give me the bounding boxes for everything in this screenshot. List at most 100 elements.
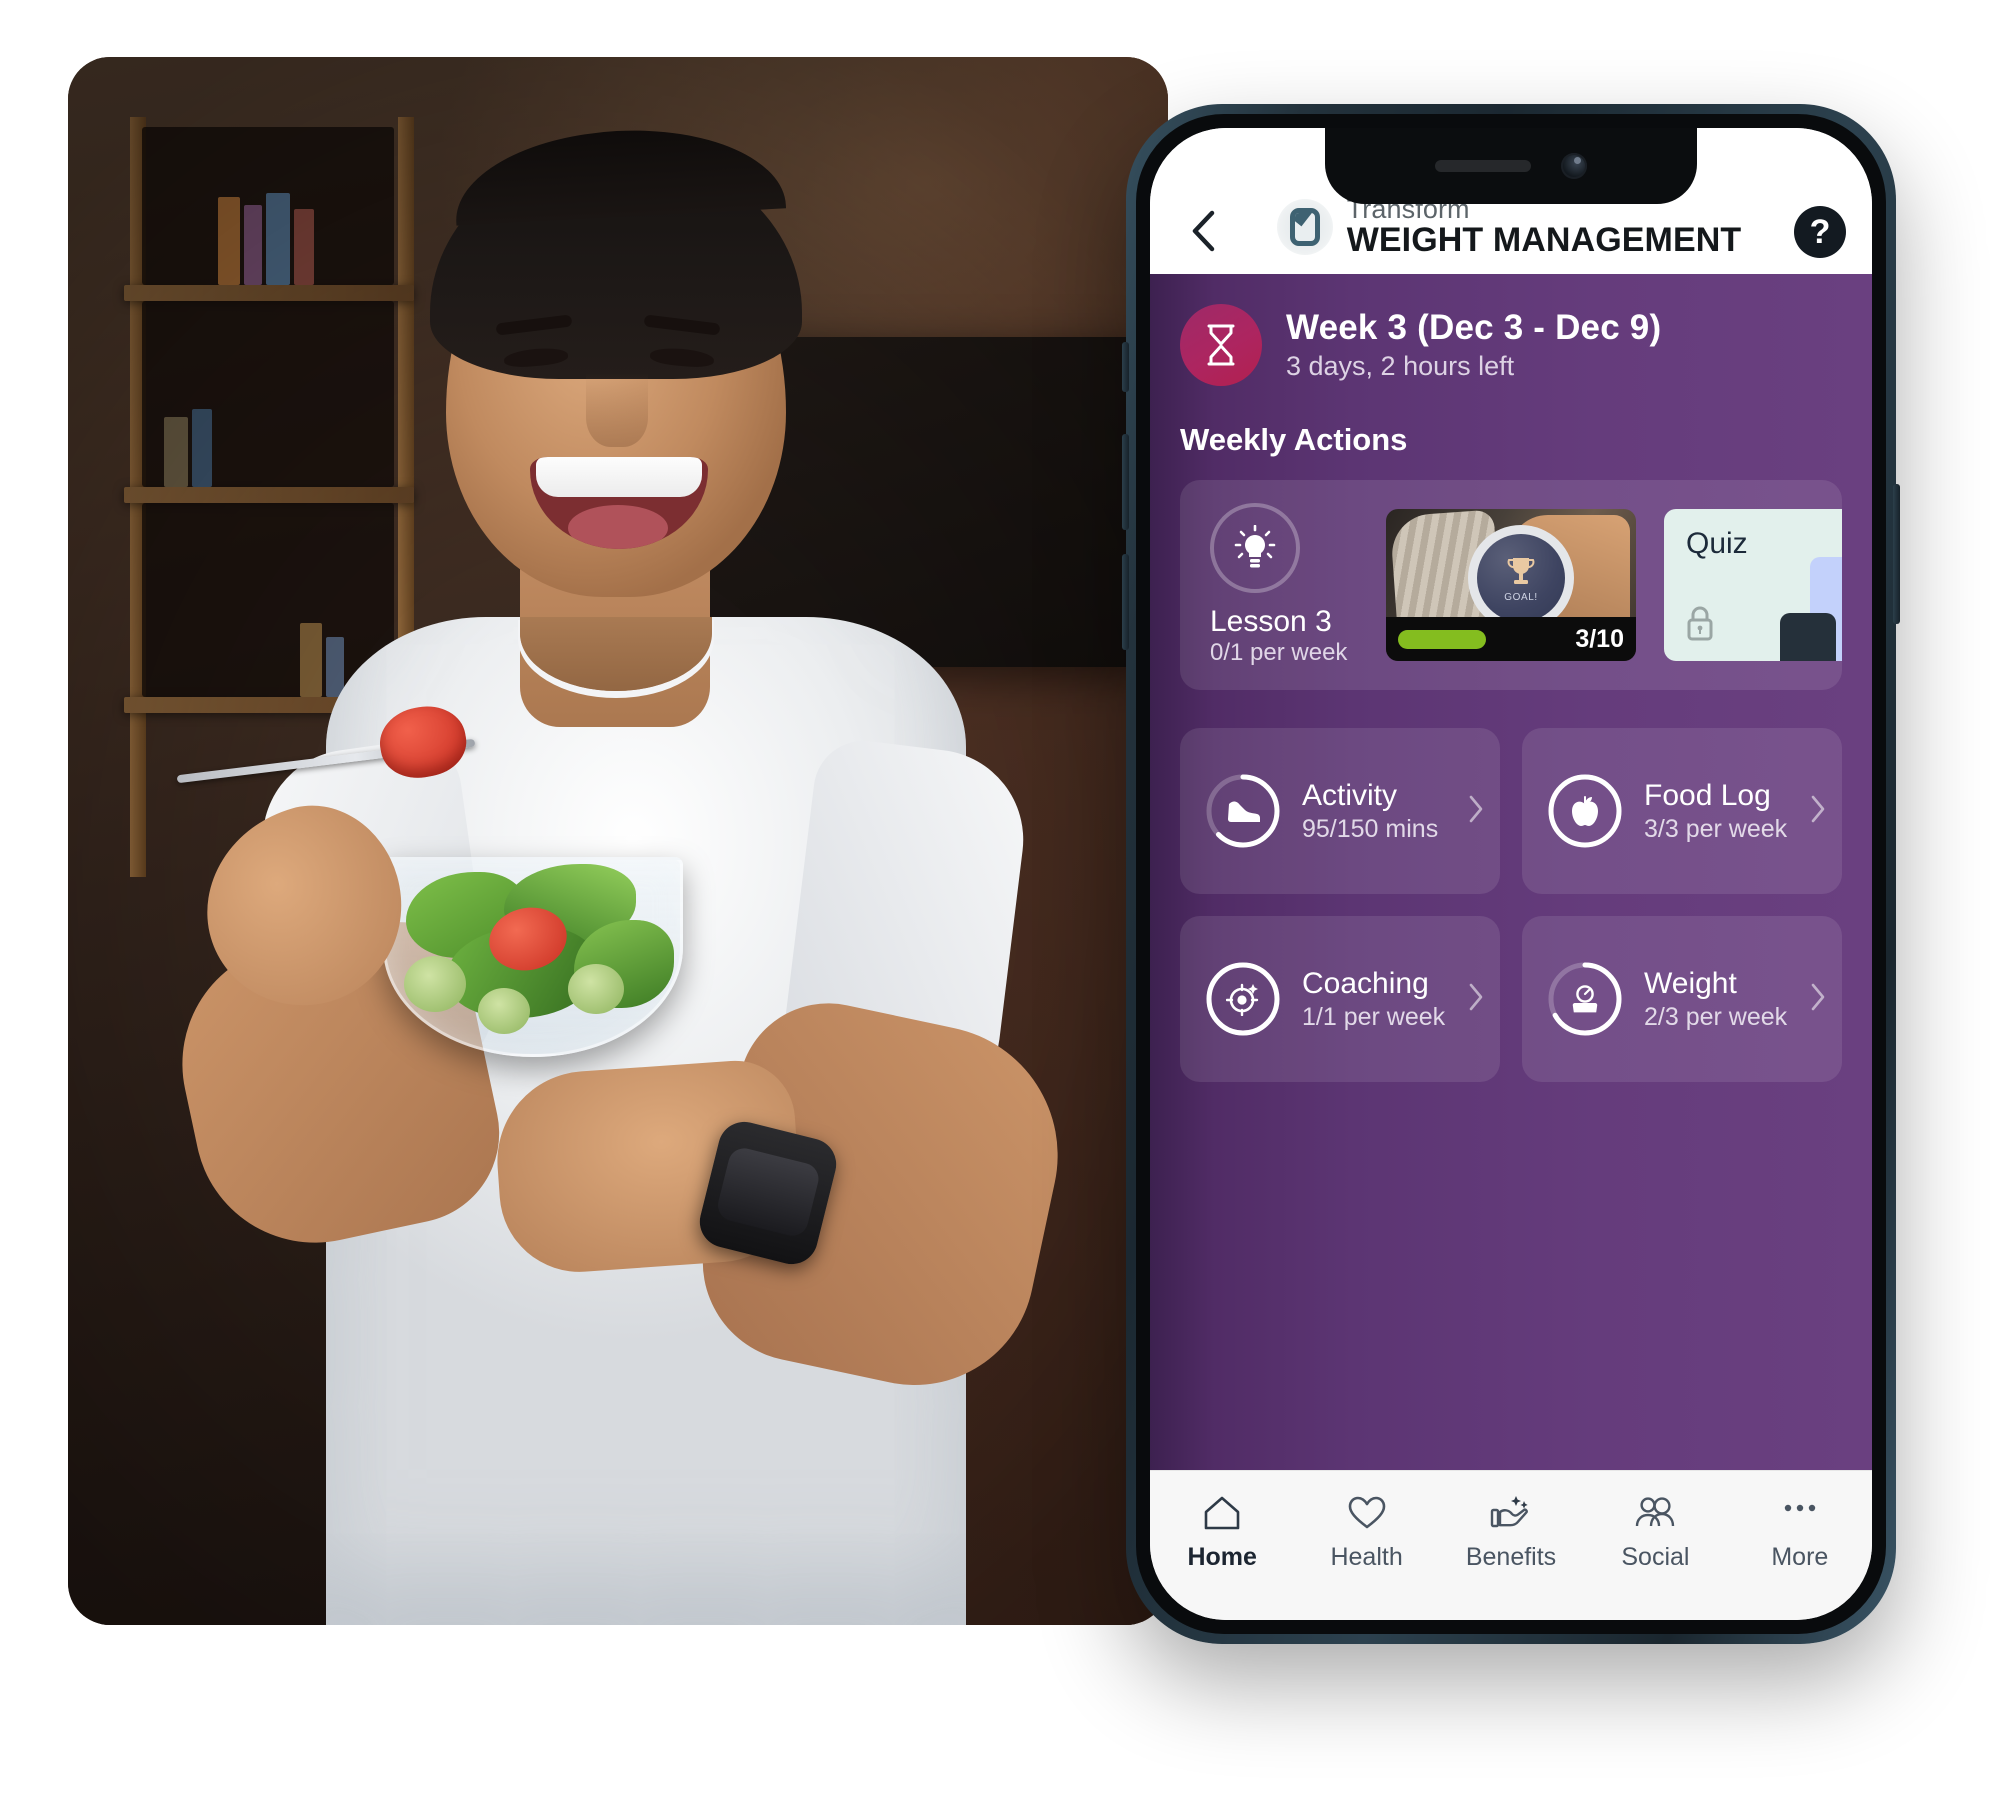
tile-coaching[interactable]: Coaching 1/1 per week (1180, 916, 1500, 1082)
tile-weight[interactable]: Weight 2/3 per week (1522, 916, 1842, 1082)
video-progress-fill (1398, 629, 1486, 649)
nav-label-more: More (1771, 1543, 1829, 1571)
person (68, 57, 1168, 1625)
coaching-progress-label: 1/1 per week (1302, 1003, 1446, 1031)
transform-logo-icon (1276, 198, 1333, 255)
cucumber-slice (568, 964, 624, 1014)
nav-label-benefits: Benefits (1465, 1543, 1557, 1571)
chevron-right-icon (1810, 983, 1826, 1016)
chevron-right-icon (1810, 795, 1826, 828)
hourglass-icon (1207, 324, 1235, 366)
nav-label-health: Health (1330, 1543, 1403, 1571)
quiz-shape-dark (1780, 613, 1836, 661)
chevron-right-icon (1468, 983, 1484, 1016)
trophy-icon (1507, 557, 1535, 584)
nav-item-more[interactable]: More (1728, 1493, 1872, 1572)
hair (430, 149, 802, 379)
brand-name-bottom: WEIGHT MANAGEMENT (1346, 221, 1742, 260)
weight-text: Weight 2/3 per week (1644, 966, 1790, 1032)
activity-text: Activity 95/150 mins (1302, 778, 1448, 844)
front-camera-icon (1561, 153, 1587, 179)
week-text: Week 3 (Dec 3 - Dec 9) 3 days, 2 hours l… (1286, 307, 1661, 383)
power-button[interactable] (1893, 484, 1900, 624)
phone-screen: Transform WEIGHT MANAGEMENT ? Week 3 (De… (1150, 128, 1872, 1620)
tongue (568, 505, 668, 549)
screenshot-stage: Transform WEIGHT MANAGEMENT ? Week 3 (De… (0, 0, 2000, 1811)
week-title: Week 3 (Dec 3 - Dec 9) (1286, 308, 1662, 348)
heart-icon (1347, 1493, 1387, 1533)
logo-mark (1289, 207, 1320, 246)
volume-down-button[interactable] (1122, 554, 1129, 650)
food-log-progress-label: 3/3 per week (1644, 815, 1788, 843)
smartwatch-screen: GOAL! (1477, 534, 1565, 622)
quiz-card[interactable]: Quiz (1664, 509, 1842, 661)
weight-progress-label: 2/3 per week (1644, 1003, 1788, 1031)
coaching-title: Coaching (1302, 967, 1429, 1000)
lesson-info: Lesson 3 0/1 per week (1210, 503, 1358, 667)
quiz-locked-indicator (1684, 604, 1716, 647)
watch-goal-label: GOAL! (1504, 591, 1538, 603)
help-button[interactable]: ? (1794, 206, 1846, 258)
brand-block: Transform WEIGHT MANAGEMENT (1224, 195, 1794, 260)
shoe-icon (1228, 801, 1260, 822)
brand-text: Transform WEIGHT MANAGEMENT (1346, 195, 1742, 260)
apple-icon (1572, 796, 1598, 826)
weight-title: Weight (1644, 967, 1737, 1000)
smartwatch-face: GOAL! (1468, 525, 1574, 631)
phone-mockup: Transform WEIGHT MANAGEMENT ? Week 3 (De… (1122, 104, 1900, 1644)
app-content: Week 3 (Dec 3 - Dec 9) 3 days, 2 hours l… (1150, 274, 1872, 1470)
hand-sparkle-icon (1489, 1493, 1533, 1533)
nose (586, 373, 648, 447)
lesson-progress-ring (1210, 503, 1300, 594)
lightbulb-icon (1234, 525, 1276, 568)
hero-photo (68, 57, 1168, 1625)
quiz-title: Quiz (1686, 527, 1748, 560)
nav-label-home: Home (1187, 1543, 1257, 1571)
nav-item-home[interactable]: Home (1150, 1493, 1294, 1572)
activity-progress-label: 95/150 mins (1302, 815, 1439, 843)
silent-switch[interactable] (1122, 342, 1129, 392)
video-progress-bar: 3/10 (1386, 617, 1636, 661)
tile-activity[interactable]: Activity 95/150 mins (1180, 728, 1500, 894)
question-circle-icon: ? (1809, 212, 1831, 251)
weekly-action-grid: Activity 95/150 mins Food Log 3/3 per we… (1180, 728, 1842, 1082)
teeth (536, 457, 702, 497)
lesson-frequency: 0/1 per week (1210, 638, 1348, 666)
food-log-title: Food Log (1644, 779, 1771, 812)
activity-progress-ring (1204, 772, 1282, 850)
volume-up-button[interactable] (1122, 434, 1129, 530)
lesson-title: Lesson 3 (1210, 605, 1332, 639)
coaching-text: Coaching 1/1 per week (1302, 966, 1448, 1032)
tile-food-log[interactable]: Food Log 3/3 per week (1522, 728, 1842, 894)
chevron-left-icon (1192, 210, 1215, 252)
nav-item-social[interactable]: Social (1583, 1493, 1727, 1572)
activity-title: Activity (1302, 779, 1398, 812)
cucumber-slice (478, 988, 530, 1034)
people-icon (1633, 1493, 1677, 1533)
video-count-label: 3/10 (1575, 624, 1624, 653)
video-thumbnail[interactable]: GOAL! 3/10 (1386, 509, 1636, 661)
scale-icon (1572, 985, 1598, 1013)
phone-notch (1325, 128, 1697, 204)
lesson-card[interactable]: Lesson 3 0/1 per week GOAL! 3/10 Quiz (1180, 480, 1842, 690)
week-time-left: 3 days, 2 hours left (1286, 350, 1515, 381)
hourglass-badge (1180, 304, 1262, 386)
food-log-text: Food Log 3/3 per week (1644, 778, 1790, 844)
home-icon (1202, 1493, 1242, 1533)
bottom-navigation: Home Health Benefits Social More (1150, 1470, 1872, 1620)
speaker-grille-icon (1435, 160, 1531, 172)
phone-body: Transform WEIGHT MANAGEMENT ? Week 3 (De… (1136, 114, 1886, 1634)
nav-item-health[interactable]: Health (1294, 1493, 1438, 1572)
coaching-progress-ring (1204, 960, 1282, 1038)
nav-item-benefits[interactable]: Benefits (1439, 1493, 1583, 1572)
cucumber-slice (404, 956, 466, 1012)
week-banner: Week 3 (Dec 3 - Dec 9) 3 days, 2 hours l… (1180, 304, 1842, 386)
chevron-right-icon (1468, 795, 1484, 828)
section-title: Weekly Actions (1180, 422, 1408, 457)
food-log-progress-ring (1546, 772, 1624, 850)
lock-icon (1687, 606, 1713, 641)
ellipsis-icon (1779, 1493, 1821, 1533)
back-button[interactable] (1176, 204, 1230, 258)
nav-label-social: Social (1621, 1543, 1690, 1571)
weight-progress-ring (1546, 960, 1624, 1038)
